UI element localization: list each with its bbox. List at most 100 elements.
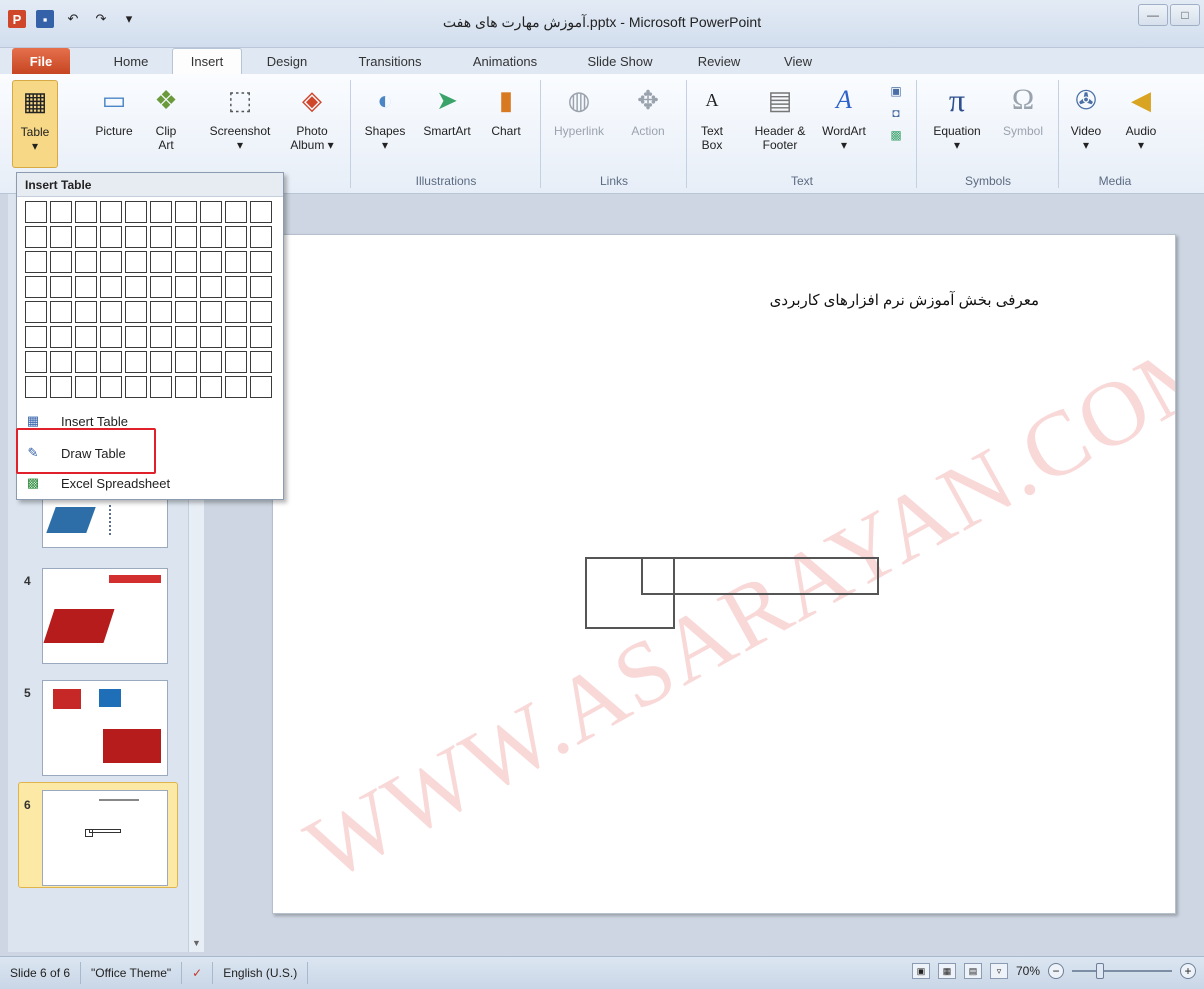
table-grid-cell[interactable] (100, 251, 122, 273)
table-grid-cell[interactable] (200, 276, 222, 298)
zoom-slider[interactable] (1072, 963, 1172, 979)
reading-view-icon[interactable]: ▤ (963, 963, 982, 979)
text-small-buttons[interactable]: ▣ ◘ ▩ (884, 80, 908, 146)
table-grid-cell[interactable] (125, 376, 147, 398)
table-grid-cell[interactable] (100, 276, 122, 298)
clip-art-button[interactable]: ❖ Clip Art (146, 80, 186, 152)
zoom-level[interactable]: 70% (1016, 964, 1040, 978)
table-grid-cell[interactable] (75, 251, 97, 273)
table-grid-cell[interactable] (25, 201, 47, 223)
table-grid-cell[interactable] (25, 276, 47, 298)
chart-button[interactable]: ▮ Chart (482, 80, 530, 138)
table-grid-cell[interactable] (125, 351, 147, 373)
table-grid-cell[interactable] (225, 201, 247, 223)
smartart-button[interactable]: ➤ SmartArt (414, 80, 480, 138)
table-grid-cell[interactable] (125, 226, 147, 248)
table-grid-cell[interactable] (75, 351, 97, 373)
header-footer-button[interactable]: ▤ Header & Footer (748, 80, 812, 152)
slide-thumbnail-3[interactable] (42, 496, 168, 548)
table-button[interactable]: ▦ Table ▾ (12, 80, 58, 168)
table-grid-cell[interactable] (175, 201, 197, 223)
table-grid-cell[interactable] (150, 326, 172, 348)
table-grid-cell[interactable] (100, 301, 122, 323)
table-grid-cell[interactable] (75, 326, 97, 348)
table-grid-cell[interactable] (225, 326, 247, 348)
table-grid-cell[interactable] (250, 351, 272, 373)
table-grid-cell[interactable] (225, 351, 247, 373)
tab-slide-show[interactable]: Slide Show (568, 48, 672, 74)
table-grid-cell[interactable] (200, 301, 222, 323)
slide-text[interactable]: معرفی بخش آموزش نرم افزارهای کاربردی (770, 291, 1039, 309)
table-grid-cell[interactable] (50, 376, 72, 398)
table-grid-cell[interactable] (200, 251, 222, 273)
table-grid-cell[interactable] (250, 251, 272, 273)
table-grid-cell[interactable] (150, 201, 172, 223)
table-grid-cell[interactable] (250, 326, 272, 348)
table-grid-cell[interactable] (125, 201, 147, 223)
table-grid-cell[interactable] (25, 351, 47, 373)
table-grid-cell[interactable] (200, 226, 222, 248)
table-grid-cell[interactable] (25, 376, 47, 398)
table-grid-cell[interactable] (150, 251, 172, 273)
excel-spreadsheet-item[interactable]: ▩ Excel Spreadsheet (23, 471, 277, 495)
tab-animations[interactable]: Animations (456, 48, 554, 74)
table-grid-cell[interactable] (25, 326, 47, 348)
zoom-in-icon[interactable]: + (1180, 963, 1196, 979)
wordart-button[interactable]: A WordArt ▾ (816, 80, 872, 153)
table-grid-cell[interactable] (150, 376, 172, 398)
table-grid-cell[interactable] (75, 276, 97, 298)
table-grid-cell[interactable] (125, 276, 147, 298)
table-grid-cell[interactable] (125, 251, 147, 273)
table-grid-cell[interactable] (25, 251, 47, 273)
table-grid-cell[interactable] (250, 276, 272, 298)
table-grid-cell[interactable] (250, 301, 272, 323)
table-grid-cell[interactable] (175, 351, 197, 373)
table-grid-cell[interactable] (225, 301, 247, 323)
tab-view[interactable]: View (770, 48, 826, 74)
tab-home[interactable]: Home (100, 48, 162, 74)
table-grid-cell[interactable] (200, 326, 222, 348)
table-grid-cell[interactable] (175, 251, 197, 273)
table-grid-cell[interactable] (125, 301, 147, 323)
table-grid-cell[interactable] (150, 276, 172, 298)
drawn-table-cell[interactable] (641, 557, 879, 595)
table-grid-cell[interactable] (225, 251, 247, 273)
table-grid-cell[interactable] (125, 326, 147, 348)
screenshot-button[interactable]: ⬚ Screenshot ▾ (198, 80, 282, 152)
zoom-slider-handle[interactable] (1096, 963, 1104, 979)
slide-thumbnail-6[interactable] (42, 790, 168, 886)
picture-button[interactable]: ▭ Picture (86, 80, 142, 138)
table-grid-cell[interactable] (50, 351, 72, 373)
equation-button[interactable]: π Equation ▾ (922, 80, 992, 152)
zoom-out-icon[interactable]: − (1048, 963, 1064, 979)
slide-canvas[interactable]: WWW.ASARAYAN.COM معرفی بخش آموزش نرم افز… (272, 234, 1176, 914)
table-grid-cell[interactable] (225, 376, 247, 398)
table-grid-cell[interactable] (200, 201, 222, 223)
table-grid-cell[interactable] (200, 351, 222, 373)
language-indicator[interactable]: English (U.S.) (213, 962, 309, 984)
tab-review[interactable]: Review (686, 48, 752, 74)
table-grid-cell[interactable] (100, 376, 122, 398)
table-grid-cell[interactable] (75, 201, 97, 223)
table-grid-cell[interactable] (175, 276, 197, 298)
table-grid-cell[interactable] (50, 326, 72, 348)
table-grid-cell[interactable] (175, 301, 197, 323)
action-button[interactable]: ✥ Action (622, 80, 674, 138)
table-grid-cell[interactable] (175, 376, 197, 398)
tab-design[interactable]: Design (252, 48, 322, 74)
table-grid-cell[interactable] (75, 301, 97, 323)
video-button[interactable]: ✇ Video ▾ (1064, 80, 1108, 152)
table-grid-cell[interactable] (25, 301, 47, 323)
table-grid-cell[interactable] (100, 226, 122, 248)
slide-thumbnail-5[interactable] (42, 680, 168, 776)
hyperlink-button[interactable]: ◍ Hyperlink (548, 80, 610, 138)
table-grid-cell[interactable] (100, 326, 122, 348)
tab-transitions[interactable]: Transitions (340, 48, 440, 74)
table-grid-cell[interactable] (50, 226, 72, 248)
table-grid-cell[interactable] (100, 201, 122, 223)
table-grid-cell[interactable] (25, 226, 47, 248)
table-grid-cell[interactable] (175, 326, 197, 348)
audio-button[interactable]: ◀ Audio ▾ (1118, 80, 1164, 152)
table-grid-cell[interactable] (75, 226, 97, 248)
symbol-button[interactable]: Ω Symbol (996, 80, 1050, 139)
